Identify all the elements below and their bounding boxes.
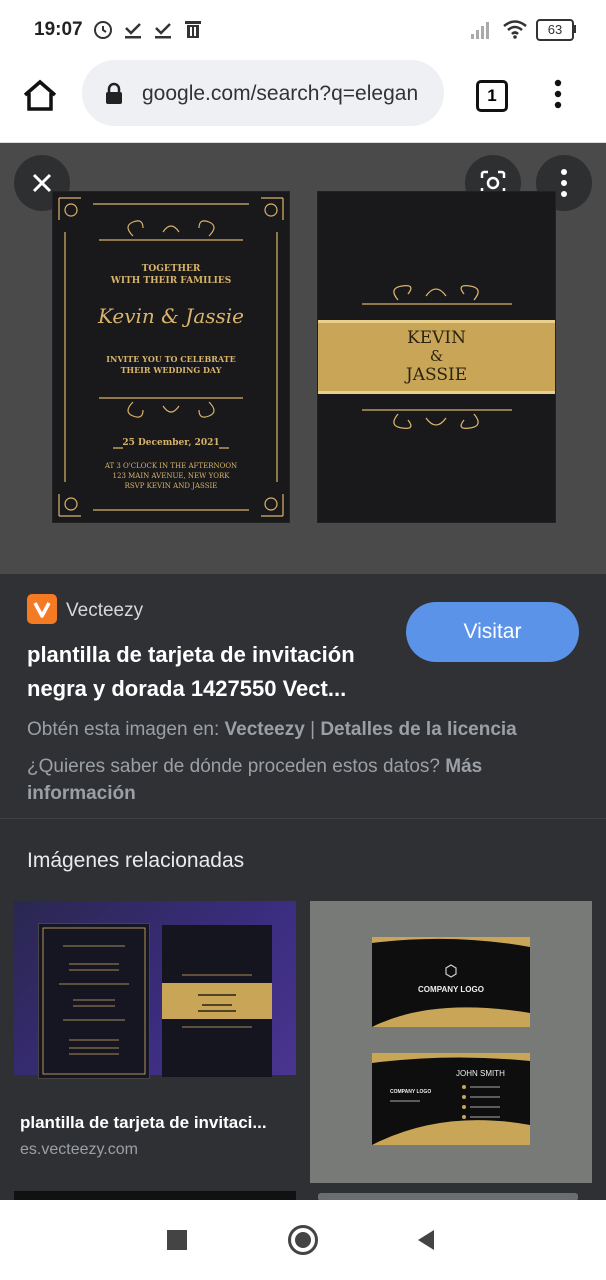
more-vert-icon xyxy=(561,169,567,197)
related-title-1[interactable]: plantilla de tarjeta de invitaci... xyxy=(20,1113,296,1133)
result-title[interactable]: plantilla de tarjeta de invitación negra… xyxy=(27,638,397,706)
question-text: ¿Quieres saber de dónde proceden estos d… xyxy=(27,756,446,777)
alarm-icon xyxy=(94,21,112,39)
result-info-panel: Vecteezy plantilla de tarjeta de invitac… xyxy=(0,574,606,818)
url-text[interactable]: google.com/search?q=elegan xyxy=(142,82,434,106)
related-images-section: Imágenes relacionadas plantilla de tarje… xyxy=(0,818,606,1203)
back-name2: JASSIE xyxy=(405,365,468,385)
related-image-1[interactable] xyxy=(14,901,296,1079)
visit-button[interactable]: Visitar xyxy=(406,602,579,662)
browser-toolbar: google.com/search?q=elegan 1 xyxy=(0,58,606,143)
couple-names: Kevin & Jassie xyxy=(97,304,245,328)
tab-switcher-button[interactable]: 1 xyxy=(476,80,508,112)
related-image-2[interactable]: COMPANY LOGO JOHN SMITH COMPANY LOGO xyxy=(310,901,592,1183)
download-done-icon xyxy=(155,23,171,39)
related-heading: Imágenes relacionadas xyxy=(27,849,245,872)
recents-icon[interactable] xyxy=(167,1230,187,1250)
system-navigation-bar xyxy=(0,1200,606,1280)
home-nav-icon[interactable] xyxy=(288,1225,318,1255)
invite-text1: INVITE YOU TO CELEBRATE xyxy=(106,354,236,364)
obtain-source-link[interactable]: Vecteezy xyxy=(225,719,305,740)
back-name1: KEVIN xyxy=(407,328,466,348)
back-ampersand: & xyxy=(429,347,444,365)
related-source-1: es.vecteezy.com xyxy=(20,1141,138,1158)
thumb-card-back xyxy=(162,925,272,1077)
business-card-front: COMPANY LOGO xyxy=(372,937,530,1027)
question-line: ¿Quieres saber de dónde proceden estos d… xyxy=(27,753,567,807)
wedding-rsvp: RSVP KEVIN AND JASSIE xyxy=(124,482,218,490)
download-done-icon xyxy=(125,23,141,39)
image-viewer: TOGETHER WITH THEIR FAMILIES Kevin & Jas… xyxy=(0,143,606,574)
battery-icon: 63 xyxy=(536,19,574,41)
thumb-card-front xyxy=(38,923,150,1079)
back-icon[interactable] xyxy=(414,1228,438,1252)
vecteezy-logo-icon xyxy=(27,594,57,624)
trash-icon xyxy=(185,21,201,38)
clock: 19:07 xyxy=(34,19,83,40)
company-logo-text: COMPANY LOGO xyxy=(418,985,484,994)
obtain-line: Obtén esta imagen en: Vecteezy | Detalle… xyxy=(27,719,587,741)
home-icon[interactable] xyxy=(22,78,58,112)
obtain-prefix: Obtén esta imagen en: xyxy=(27,719,225,740)
battery-tip xyxy=(573,25,576,33)
close-icon xyxy=(32,173,52,193)
invite-line2: WITH THEIR FAMILIES xyxy=(110,276,232,286)
invitation-back-image[interactable]: KEVIN & JASSIE xyxy=(317,191,556,523)
separator: | xyxy=(304,719,321,740)
business-card-back: JOHN SMITH COMPANY LOGO xyxy=(372,1053,530,1145)
company-logo-small-text: COMPANY LOGO xyxy=(390,1089,432,1095)
status-bar: 19:07 63 xyxy=(0,0,606,58)
source-name[interactable]: Vecteezy xyxy=(66,600,143,622)
invitation-front-image[interactable]: TOGETHER WITH THEIR FAMILIES Kevin & Jas… xyxy=(52,191,290,523)
more-vert-icon[interactable] xyxy=(552,78,564,110)
signal-icon xyxy=(471,22,489,39)
john-smith-text: JOHN SMITH xyxy=(456,1069,505,1078)
wedding-address: 123 MAIN AVENUE, NEW YORK xyxy=(112,472,230,480)
invite-text2: THEIR WEDDING DAY xyxy=(120,365,222,375)
wedding-time: AT 3 O'CLOCK IN THE AFTERNOON xyxy=(104,462,238,470)
lock-icon xyxy=(106,82,122,104)
invite-line1: TOGETHER xyxy=(141,264,201,274)
wifi-icon xyxy=(503,20,527,39)
license-link[interactable]: Detalles de la licencia xyxy=(320,719,516,740)
wedding-date: 25 December, 2021 xyxy=(122,438,220,448)
